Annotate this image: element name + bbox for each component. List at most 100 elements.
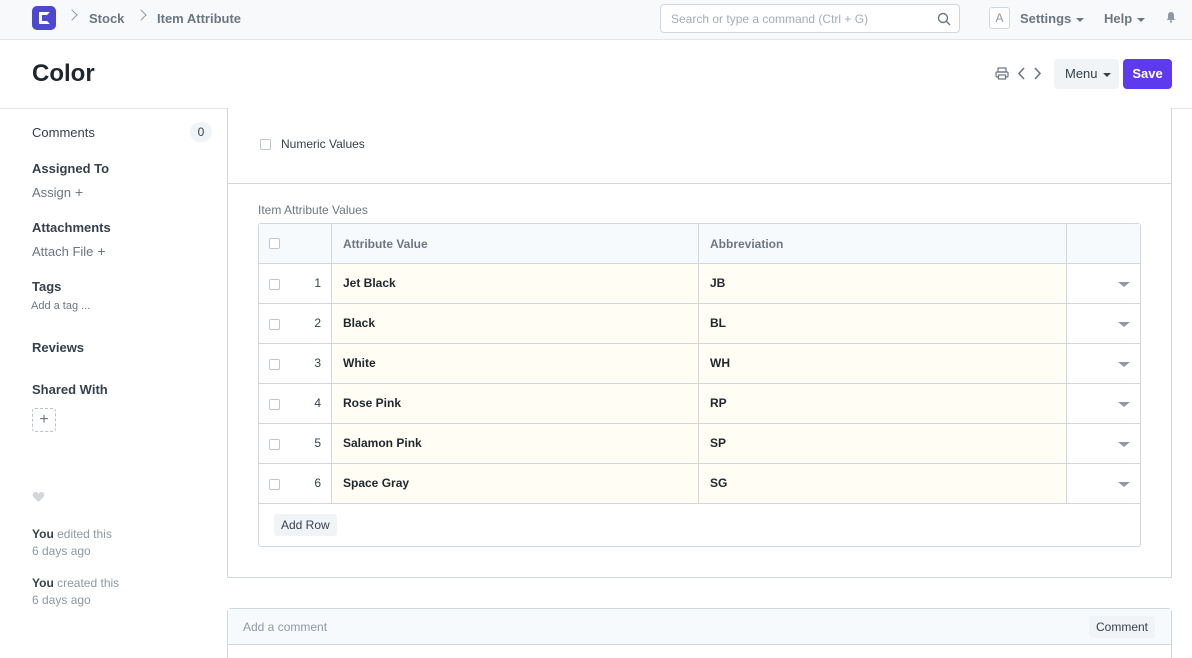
breadcrumb-stock[interactable]: Stock [89, 11, 124, 26]
row-checkbox[interactable] [269, 399, 280, 410]
comment-button[interactable]: Comment [1089, 616, 1156, 638]
abbreviation-text: RP [710, 396, 727, 410]
column-divider [331, 224, 332, 504]
save-button[interactable]: Save [1123, 59, 1172, 89]
form-card: Numeric Values Item Attribute Values Att… [227, 108, 1172, 578]
search-placeholder: Search or type a command (Ctrl + G) [671, 12, 869, 26]
avatar[interactable]: A [989, 7, 1010, 29]
assigned-to-label: Assigned To [32, 161, 110, 176]
logo-mark [39, 12, 50, 24]
menu-label: Menu [1065, 66, 1098, 81]
attribute-value-cell[interactable]: White [332, 344, 699, 383]
chevron-right-icon[interactable] [1033, 67, 1042, 80]
breadcrumb-item-attribute[interactable]: Item Attribute [157, 11, 241, 26]
column-divider [698, 224, 699, 504]
chevron-left-icon[interactable] [1017, 67, 1026, 80]
abbreviation-text: SG [710, 476, 728, 490]
row-index: 2 [314, 316, 321, 330]
add-row-button[interactable]: Add Row [274, 514, 337, 536]
numeric-values-label: Numeric Values [281, 137, 365, 151]
navbar: Stock Item Attribute Search or type a co… [0, 0, 1192, 40]
grid-footer: Add Row [259, 504, 1140, 546]
attribute-values-grid: Attribute Value Abbreviation 1 Jet Black… [258, 223, 1141, 547]
assign-action[interactable]: Assign + [32, 184, 83, 200]
activity-time: 6 days ago [32, 593, 91, 607]
row-expand-caret-icon[interactable] [1118, 482, 1130, 487]
attach-file-action[interactable]: Attach File + [32, 243, 106, 259]
abbreviation-text: SP [710, 436, 727, 450]
numeric-values-checkbox[interactable] [260, 139, 271, 150]
table-row[interactable]: 3 White WH [259, 344, 1140, 384]
table-row[interactable]: 5 Salamon Pink SP [259, 424, 1140, 464]
shared-with-label: Shared With [32, 382, 108, 397]
comment-box: Add a comment Comment [227, 608, 1172, 658]
comment-input[interactable]: Add a comment [243, 620, 327, 634]
activity-action: edited this [57, 527, 112, 541]
activity-item: You created this 6 days ago [32, 575, 119, 609]
row-index: 4 [314, 396, 321, 410]
activity-item: You edited this 6 days ago [32, 526, 112, 560]
add-tag-input[interactable]: Add a tag ... [31, 300, 90, 312]
comments-count-badge: 0 [190, 122, 212, 142]
row-expand-caret-icon[interactable] [1118, 362, 1130, 367]
table-row[interactable]: 1 Jet Black JB [259, 264, 1140, 304]
table-row[interactable]: 6 Space Gray SG [259, 464, 1140, 504]
row-expand-caret-icon[interactable] [1118, 402, 1130, 407]
row-checkbox[interactable] [269, 319, 280, 330]
activity-action: created this [57, 576, 120, 590]
comment-header: Add a comment Comment [228, 609, 1171, 645]
table-row[interactable]: 4 Rose Pink RP [259, 384, 1140, 424]
comments-label[interactable]: Comments [32, 125, 95, 140]
print-icon[interactable] [995, 67, 1009, 80]
help-menu[interactable]: Help [1104, 11, 1146, 26]
add-share-button[interactable]: + [32, 408, 56, 432]
attribute-value-cell[interactable]: Jet Black [332, 264, 699, 303]
attribute-value-text: Space Gray [343, 476, 410, 490]
abbreviation-cell[interactable]: SP [699, 424, 1067, 463]
bell-icon[interactable] [1165, 11, 1177, 23]
attachments-label: Attachments [32, 220, 111, 235]
search-input[interactable]: Search or type a command (Ctrl + G) [660, 4, 960, 33]
attribute-value-text: Black [343, 316, 376, 330]
row-index: 5 [314, 436, 321, 450]
row-checkbox[interactable] [269, 439, 280, 450]
attribute-value-cell[interactable]: Salamon Pink [332, 424, 699, 463]
select-all-checkbox[interactable] [269, 238, 280, 249]
reviews-label: Reviews [32, 340, 85, 355]
row-index: 1 [314, 276, 321, 290]
chevron-right-icon [135, 9, 147, 21]
grid-header: Attribute Value Abbreviation [259, 224, 1140, 264]
abbreviation-cell[interactable]: BL [699, 304, 1067, 343]
row-expand-caret-icon[interactable] [1118, 322, 1130, 327]
attribute-value-cell[interactable]: Black [332, 304, 699, 343]
caret-down-icon [1102, 72, 1111, 77]
page-title: Color [32, 60, 95, 87]
row-expand-caret-icon[interactable] [1118, 442, 1130, 447]
abbreviation-text: BL [710, 316, 726, 330]
settings-menu[interactable]: Settings [1020, 11, 1085, 26]
table-row[interactable]: 2 Black BL [259, 304, 1140, 344]
column-header-attribute-value[interactable]: Attribute Value [343, 237, 428, 251]
assign-label: Assign [32, 185, 72, 200]
app-logo[interactable] [32, 6, 56, 30]
section-divider [228, 183, 1171, 184]
attribute-value-cell[interactable]: Space Gray [332, 464, 699, 503]
attribute-value-text: Jet Black [343, 276, 396, 290]
row-expand-caret-icon[interactable] [1118, 282, 1130, 287]
row-checkbox[interactable] [269, 359, 280, 370]
row-checkbox[interactable] [269, 279, 280, 290]
abbreviation-cell[interactable]: RP [699, 384, 1067, 423]
chevron-right-icon [66, 9, 78, 21]
abbreviation-text: JB [710, 276, 726, 290]
row-checkbox[interactable] [269, 479, 280, 490]
menu-button[interactable]: Menu [1054, 59, 1119, 89]
abbreviation-cell[interactable]: JB [699, 264, 1067, 303]
heart-icon[interactable] [32, 490, 45, 503]
activity-user: You [32, 576, 54, 590]
abbreviation-cell[interactable]: WH [699, 344, 1067, 383]
abbreviation-cell[interactable]: SG [699, 464, 1067, 503]
attribute-value-cell[interactable]: Rose Pink [332, 384, 699, 423]
abbreviation-text: WH [710, 356, 730, 370]
tags-label: Tags [32, 279, 62, 294]
column-header-abbreviation[interactable]: Abbreviation [710, 237, 783, 251]
